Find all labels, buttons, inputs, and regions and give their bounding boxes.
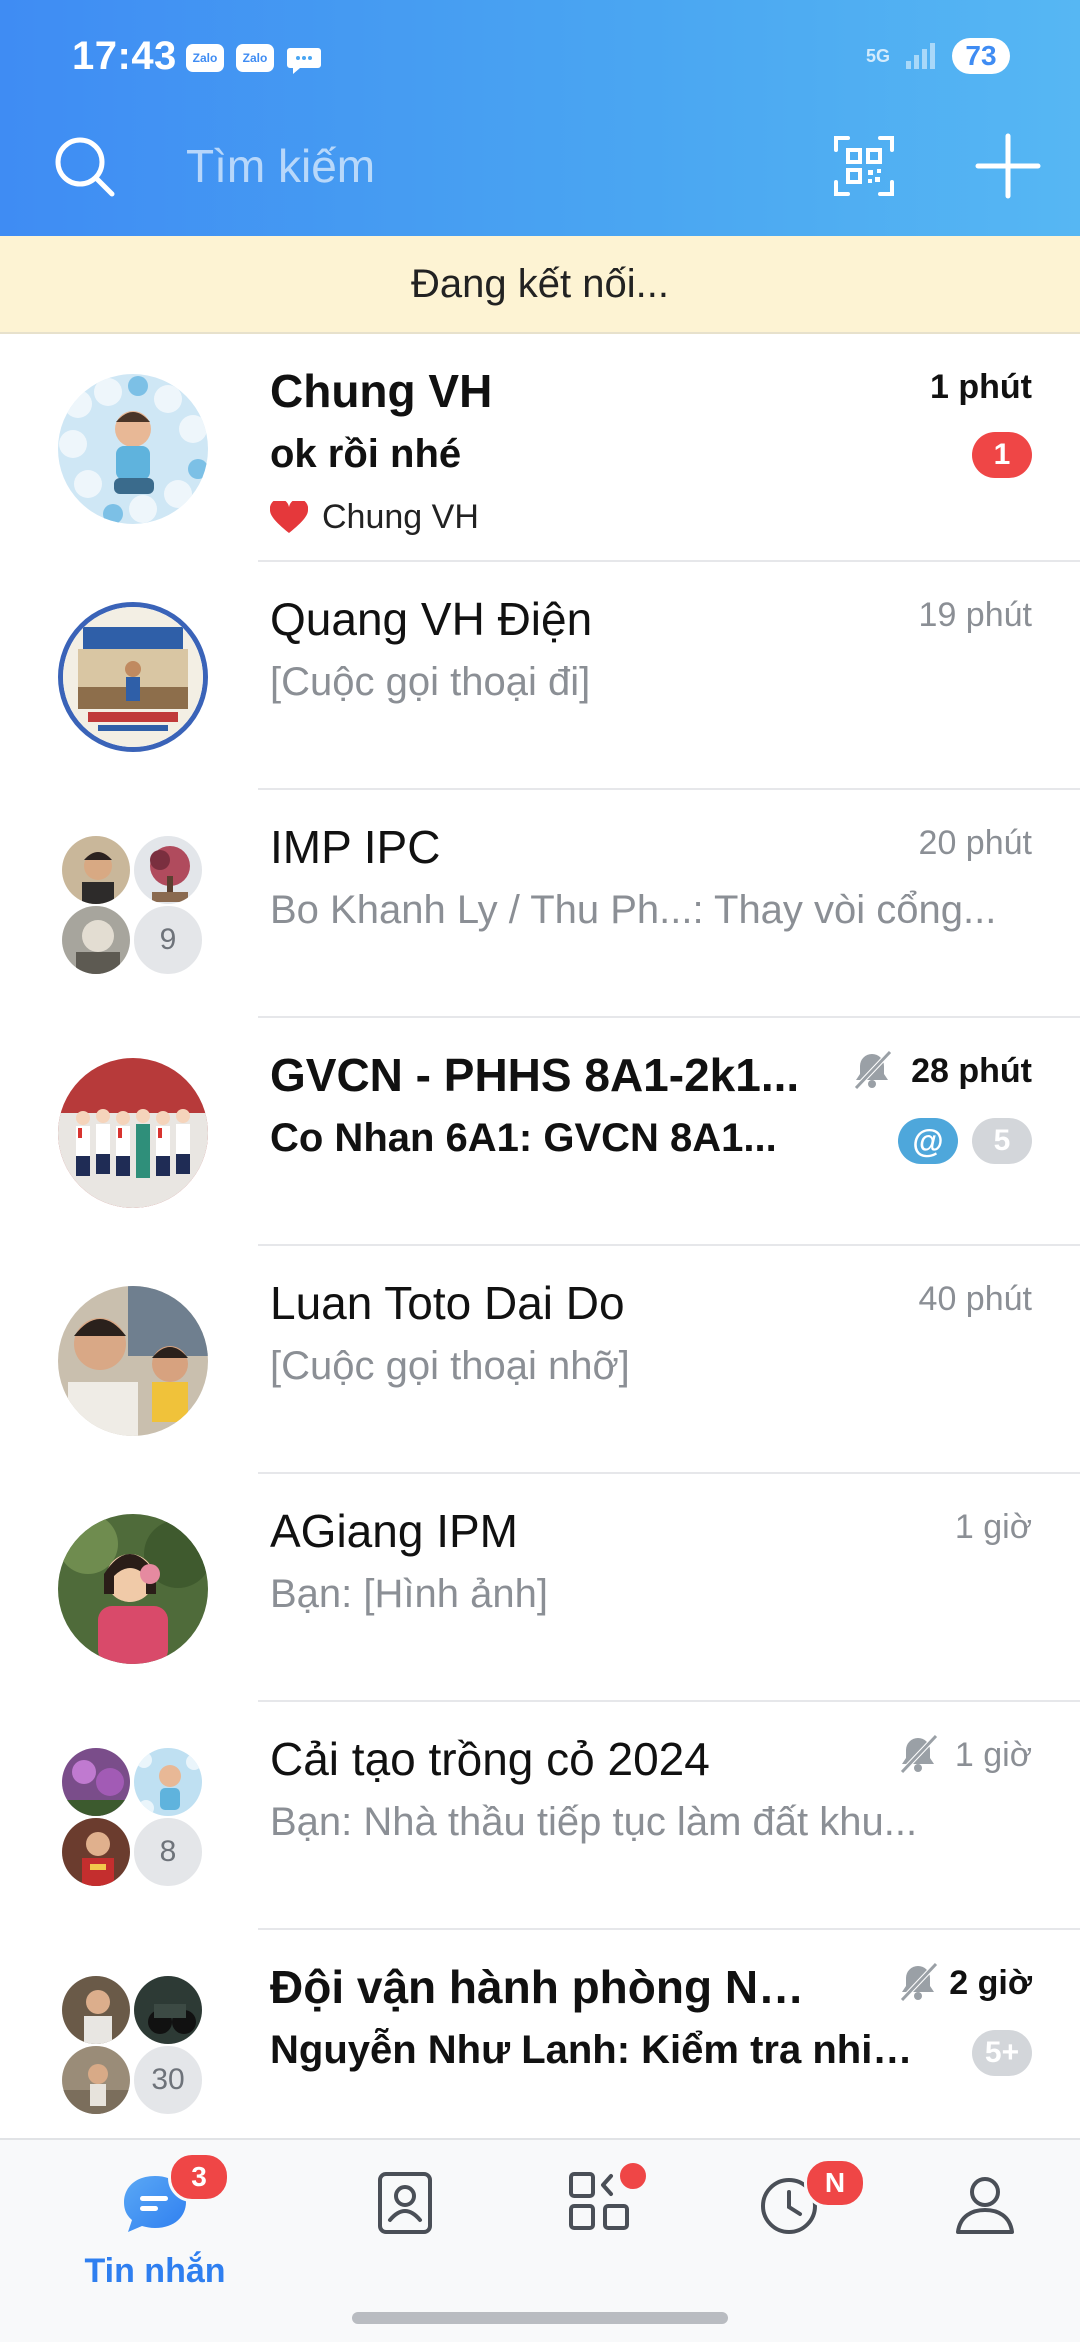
connection-status-banner: Đang kết nối... — [0, 236, 1080, 334]
zalo-notification-icon: Zalo — [186, 44, 224, 72]
member-count: 8 — [132, 1816, 204, 1888]
conversation-item[interactable]: 9 IMP IPC Bo Khanh Ly / Thu Ph...: Thay … — [0, 790, 1080, 1018]
avatar — [58, 1058, 208, 1208]
conversation-name: Luan Toto Dai Do — [270, 1277, 625, 1329]
mention-badge: @ — [898, 1118, 958, 1164]
conversation-name: Chung VH — [270, 365, 493, 417]
conversation-time: 28 phút — [911, 1052, 1032, 1090]
conversation-name: GVCN - PHHS 8A1-2k1... — [270, 1049, 800, 1101]
conversation-preview: [Cuộc gọi thoại đi] — [270, 660, 591, 704]
profile-icon — [956, 2177, 1014, 2234]
conversation-time: 1 phút — [930, 368, 1032, 406]
conversation-item[interactable]: GVCN - PHHS 8A1-2k1... Co Nhan 6A1: GVCN… — [0, 1018, 1080, 1246]
conversation-preview: Nguyễn Như Lanh: Kiểm tra nhiệt... — [270, 2028, 920, 2072]
messages-badge: 3 — [168, 2152, 230, 2202]
contacts-icon — [378, 2172, 432, 2234]
avatar — [58, 1514, 208, 1664]
conversation-name: Đội vận hành phòng Nước — [270, 1961, 830, 2013]
notification-icons: Zalo Zalo — [186, 44, 322, 76]
conversation-name: Quang VH Điện — [270, 593, 593, 645]
heart-icon — [270, 500, 308, 533]
muted-bell-icon — [854, 1050, 892, 1090]
conversation-item[interactable]: 30 Đội vận hành phòng Nước Nguyễn Như La… — [0, 1930, 1080, 2158]
member-count: 30 — [132, 2044, 204, 2116]
unread-badge: 5 — [972, 1118, 1032, 1164]
member-avatar — [60, 1746, 132, 1818]
bottom-navigation: 3 Tin nhắn N — [0, 2138, 1080, 2342]
app-header: 17:43 Zalo Zalo 5G 73 — [0, 0, 1080, 236]
conversation-time: 1 giờ — [954, 1736, 1032, 1774]
conversation-name: Cải tạo trồng cỏ 2024 — [270, 1733, 710, 1785]
zalo-notification-icon: Zalo — [236, 44, 274, 72]
conversation-time: 40 phút — [918, 1280, 1032, 1318]
signal-icon — [906, 43, 935, 69]
conversation-item[interactable]: Luan Toto Dai Do [Cuộc gọi thoại nhỡ] 40… — [0, 1246, 1080, 1474]
muted-bell-icon — [900, 1734, 938, 1774]
conversation-time: 19 phút — [918, 596, 1032, 634]
tab-messages-label: Tin nhắn — [84, 2252, 226, 2290]
system-icons: 5G 73 — [866, 38, 1010, 74]
member-avatar — [132, 834, 204, 906]
chat-bubble-icon — [287, 48, 321, 74]
reaction-author: Chung VH — [322, 498, 479, 536]
member-avatar — [60, 904, 132, 976]
tab-profile[interactable] — [910, 2160, 1060, 2280]
qr-code-icon[interactable] — [832, 134, 896, 198]
member-count: 9 — [132, 904, 204, 976]
avatar — [58, 1286, 208, 1436]
search-bar — [0, 120, 1080, 236]
connection-status-text: Đang kết nối... — [411, 261, 669, 306]
conversation-time: 20 phút — [918, 824, 1032, 862]
unread-badge: 1 — [972, 432, 1032, 478]
group-avatar: 8 — [60, 1746, 210, 1896]
search-input[interactable] — [186, 136, 746, 196]
timeline-badge: N — [804, 2158, 866, 2208]
conversation-item[interactable]: 8 Cải tạo trồng cỏ 2024 Bạn: Nhà thầu ti… — [0, 1702, 1080, 1930]
group-avatar: 30 — [60, 1974, 210, 2124]
status-bar: 17:43 Zalo Zalo 5G 73 — [0, 0, 1080, 120]
group-avatar: 9 — [60, 834, 210, 984]
reaction-line: Chung VH — [270, 498, 479, 537]
battery-indicator: 73 — [952, 38, 1010, 74]
tab-timeline[interactable]: N — [716, 2158, 866, 2280]
conversation-name: IMP IPC — [270, 821, 441, 873]
conversation-item[interactable]: AGiang IPM Bạn: [Hình ảnh] 1 giờ — [0, 1474, 1080, 1702]
conversation-preview: Bạn: Nhà thầu tiếp tục làm đất khu... — [270, 1800, 918, 1844]
status-clock: 17:43 — [72, 34, 177, 78]
conversation-preview: [Cuộc gọi thoại nhỡ] — [270, 1344, 630, 1388]
tab-messages[interactable]: 3 Tin nhắn — [80, 2152, 230, 2290]
tab-contacts[interactable] — [330, 2160, 480, 2280]
conversation-preview: ok rồi nhé — [270, 432, 462, 476]
conversation-item[interactable]: Chung VH ok rồi nhé Chung VH 1 phút 1 — [0, 334, 1080, 562]
member-avatar — [60, 834, 132, 906]
muted-bell-icon — [900, 1962, 938, 2002]
tab-discover[interactable] — [525, 2160, 675, 2280]
discover-notification-dot — [617, 2160, 649, 2192]
member-avatar — [60, 2044, 132, 2116]
conversation-preview: Bo Khanh Ly / Thu Ph...: Thay vòi cổng..… — [270, 888, 997, 932]
conversation-item[interactable]: Quang VH Điện [Cuộc gọi thoại đi] 19 phú… — [0, 562, 1080, 790]
home-indicator[interactable] — [352, 2312, 728, 2324]
member-avatar — [132, 1746, 204, 1818]
network-5g-icon: 5G — [865, 46, 890, 66]
conversation-name: AGiang IPM — [270, 1505, 518, 1557]
search-icon[interactable] — [52, 134, 116, 198]
avatar — [58, 602, 208, 752]
conversation-time: 2 giờ — [949, 1964, 1032, 2002]
member-avatar — [132, 1974, 204, 2046]
member-avatar — [60, 1974, 132, 2046]
unread-badge: 5+ — [972, 2030, 1032, 2076]
conversation-time: 1 giờ — [954, 1508, 1032, 1546]
add-icon[interactable] — [974, 132, 1042, 200]
member-avatar — [60, 1816, 132, 1888]
conversation-preview: Bạn: [Hình ảnh] — [270, 1572, 548, 1616]
conversation-list: Chung VH ok rồi nhé Chung VH 1 phút 1 Qu… — [0, 334, 1080, 2158]
conversation-preview: Co Nhan 6A1: GVCN 8A1... — [270, 1116, 777, 1160]
avatar — [58, 374, 208, 524]
